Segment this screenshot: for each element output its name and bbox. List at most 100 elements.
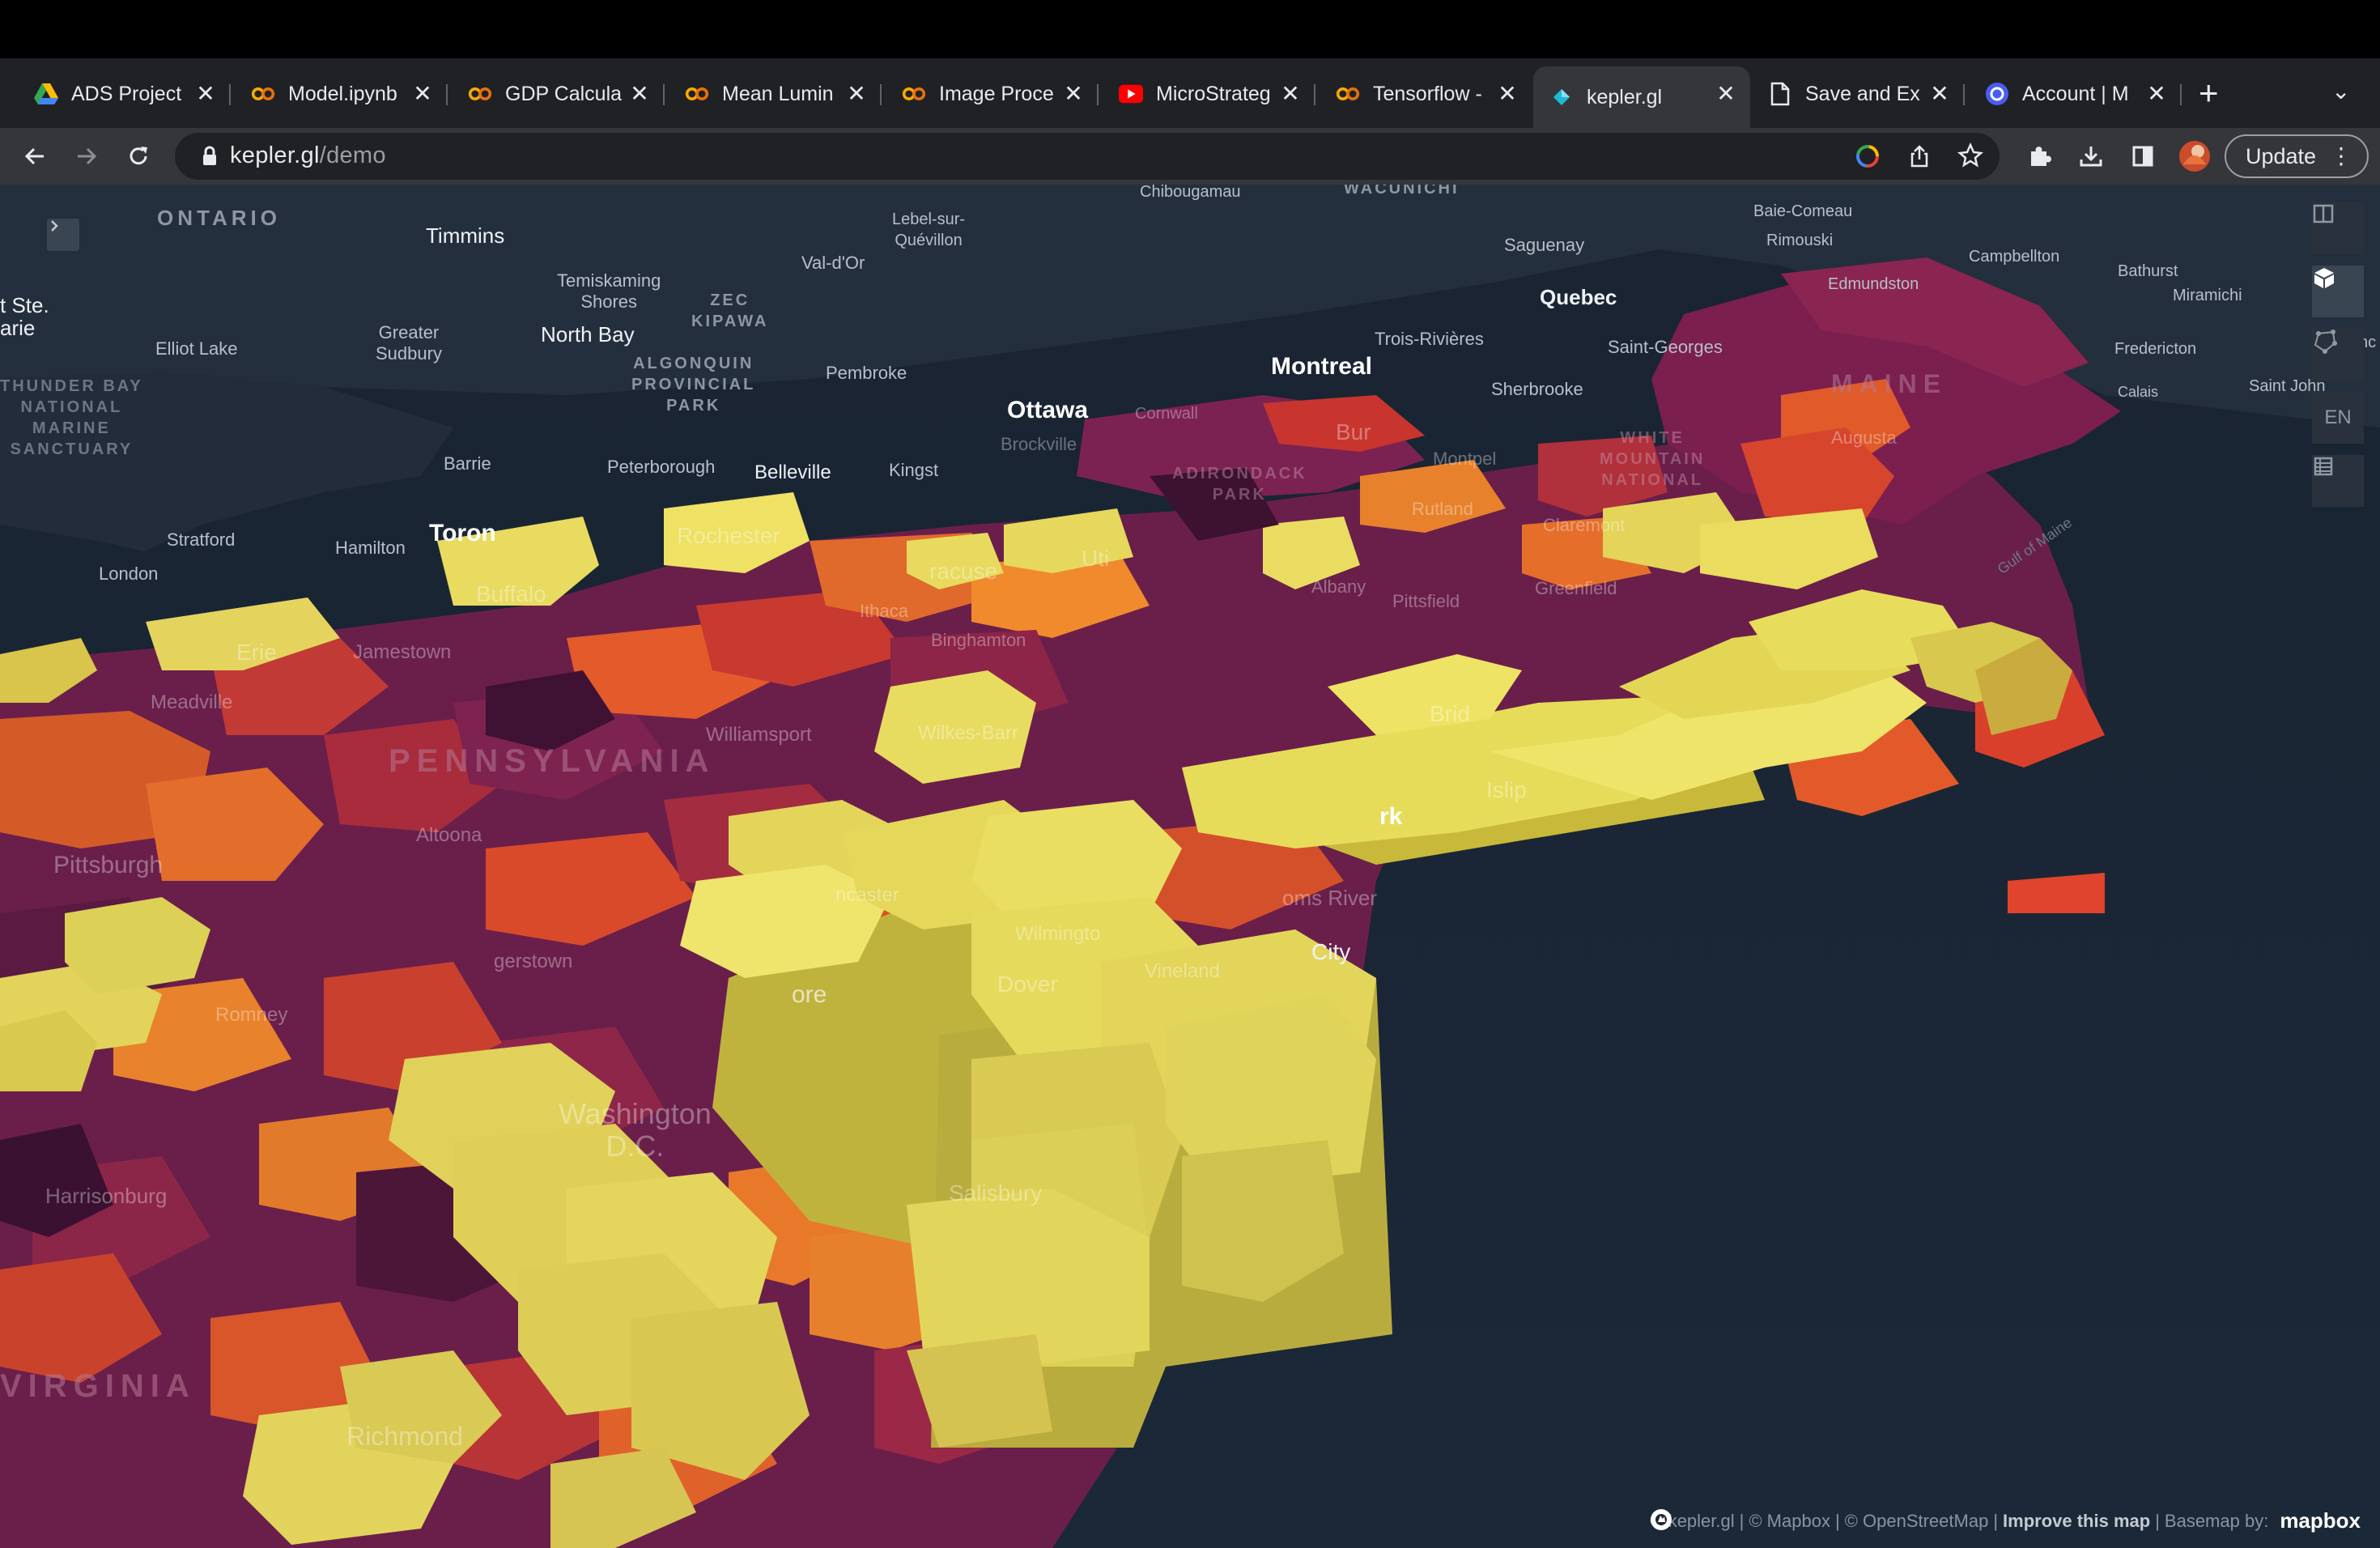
map-label: Kingst [889, 460, 939, 480]
map-label: Pembroke [826, 363, 907, 383]
map-label: Rimouski [1766, 232, 1834, 249]
map-label: Ottawa [1007, 397, 1089, 423]
map-label: ZEC KIPAWA [691, 291, 769, 330]
locale-button[interactable]: EN [2312, 392, 2364, 444]
map-label: Edmundston [1828, 275, 1919, 293]
kepler-map[interactable]: ONTARIO Timmins t Ste. arie Elliot Lake … [0, 185, 2380, 1548]
map-label: Stratford [167, 529, 236, 550]
map-label: THUNDER BAY NATIONAL MARINE SANCTUARY [0, 377, 143, 458]
account-icon [1985, 82, 2009, 106]
close-tab-icon[interactable]: ✕ [1060, 81, 1086, 107]
map-label: Baie-Comeau [1753, 202, 1853, 220]
map-label: Harrisonburg [45, 1184, 168, 1208]
map-label: Augusta [1831, 427, 1897, 448]
tab-ads-project[interactable]: ADS Project ✕ [18, 66, 231, 121]
tab-microstrateg[interactable]: MicroStrateg ✕ [1103, 66, 1315, 121]
colab-icon [902, 82, 926, 106]
mapbox-logo[interactable]: mapbox [1651, 1508, 2361, 1533]
download-icon[interactable] [2072, 138, 2110, 175]
map-label: Quebec [1540, 285, 1617, 309]
map-label: Islip [1486, 777, 1527, 802]
tab-gdp-calcula[interactable]: GDP Calcula ✕ [452, 66, 665, 121]
expand-side-panel-button[interactable] [47, 219, 79, 251]
tab-title: kepler.gl [1587, 85, 1663, 108]
map-label: Rutland [1412, 499, 1473, 519]
close-tab-icon[interactable]: ✕ [1494, 81, 1520, 107]
close-tab-icon[interactable]: ✕ [1927, 81, 1953, 107]
map-label: VIRGINIA [0, 1368, 196, 1404]
reload-icon[interactable] [120, 138, 157, 175]
map-label: ncaster [835, 884, 899, 906]
legend-icon [2314, 457, 2333, 476]
tab-account[interactable]: Account | M ✕ [1969, 66, 2182, 121]
update-button[interactable]: Update ⋮ [2225, 134, 2369, 178]
back-arrow-icon[interactable] [16, 138, 53, 175]
forward-arrow-icon[interactable] [68, 138, 105, 175]
map-label: Bur [1336, 419, 1371, 444]
map-label: Timmins [426, 223, 505, 248]
tab-mean-lumin[interactable]: Mean Lumin ✕ [669, 66, 882, 121]
address-bar[interactable]: kepler.gl/demo [175, 133, 2000, 180]
tab-kepler-gl[interactable]: kepler.gl ✕ [1533, 66, 1750, 128]
tab-tensorflow[interactable]: Tensorflow - ✕ [1320, 66, 1532, 121]
draw-on-map-button[interactable] [2312, 329, 2364, 381]
google-lens-icon[interactable] [1855, 144, 1880, 172]
colab-icon [685, 82, 709, 106]
chevron-right-icon [51, 220, 58, 232]
map-label: Bathurst [2118, 262, 2178, 280]
osm-attribution-link[interactable]: © OpenStreetMap [1845, 1511, 1989, 1532]
show-legend-button[interactable] [2312, 455, 2364, 507]
tab-title: GDP Calcula [505, 82, 623, 105]
extensions-puzzle-icon[interactable] [2021, 138, 2058, 175]
map-label: rk [1379, 803, 1403, 830]
tab-strip: ADS Project ✕ Model.ipynb ✕ GDP Calcula … [0, 58, 2380, 128]
map-label: Belleville [754, 461, 831, 483]
tab-save-and-ex[interactable]: Save and Ex ✕ [1752, 66, 1965, 121]
map-label: Altoona [416, 824, 482, 846]
profile-avatar[interactable] [2176, 138, 2213, 175]
map-label: PENNSYLVANIA [389, 743, 716, 779]
tab-model-ipynb[interactable]: Model.ipynb ✕ [235, 66, 448, 121]
close-tab-icon[interactable]: ✕ [193, 81, 219, 107]
split-map-button[interactable] [2312, 202, 2364, 254]
map-label: Saint-Georges [1608, 337, 1723, 357]
map-label: Pittsfield [1392, 591, 1460, 611]
improve-map-link[interactable]: Improve this map [2003, 1511, 2150, 1532]
side-panel-icon[interactable] [2124, 138, 2161, 175]
browser-toolbar: kepler.gl/demo Update ⋮ [0, 128, 2380, 185]
mapbox-attribution-link[interactable]: © Mapbox [1749, 1511, 1830, 1532]
close-tab-icon[interactable]: ✕ [627, 81, 652, 107]
map-label: Williamsport [706, 724, 812, 746]
update-label: Update [2246, 143, 2317, 168]
tab-image-proce[interactable]: Image Proce ✕ [886, 66, 1099, 121]
split-map-icon [2313, 204, 2334, 223]
mapbox-icon [1651, 1509, 1672, 1530]
3d-map-icon [2314, 268, 2334, 288]
map-label: ONTARIO [157, 206, 281, 230]
close-tab-icon[interactable]: ✕ [1277, 81, 1303, 107]
new-tab-icon[interactable]: + [2199, 73, 2219, 113]
bookmark-star-icon[interactable] [1957, 142, 1983, 172]
map-label: Buffalo [476, 581, 546, 606]
tab-title: Tensorflow - [1373, 82, 1482, 105]
map-label: Brid [1430, 701, 1470, 726]
close-tab-icon[interactable]: ✕ [2144, 81, 2170, 107]
map-label: Fredericton [2114, 340, 2197, 358]
tab-search-chevron-icon[interactable]: ⌄ [2331, 78, 2350, 104]
map-label: Val-d'Or [801, 253, 865, 273]
map-label: Salisbury [949, 1180, 1043, 1206]
lock-icon[interactable] [198, 144, 222, 168]
close-tab-icon[interactable]: ✕ [410, 81, 436, 107]
map-label: Saguenay [1504, 235, 1585, 255]
url-text: kepler.gl/demo [230, 142, 386, 168]
share-icon[interactable] [1907, 144, 1932, 172]
map-label: WACUNICHI [1344, 185, 1460, 198]
map-label: Uti [1082, 546, 1110, 571]
map-label: racuse [929, 559, 998, 584]
3d-map-button[interactable] [2312, 266, 2364, 317]
close-tab-icon[interactable]: ✕ [1713, 81, 1739, 107]
close-tab-icon[interactable]: ✕ [844, 81, 869, 107]
map-label: Miramichi [2173, 287, 2242, 304]
map-canvas[interactable] [0, 185, 2380, 1548]
map-label: ore [792, 981, 827, 1008]
